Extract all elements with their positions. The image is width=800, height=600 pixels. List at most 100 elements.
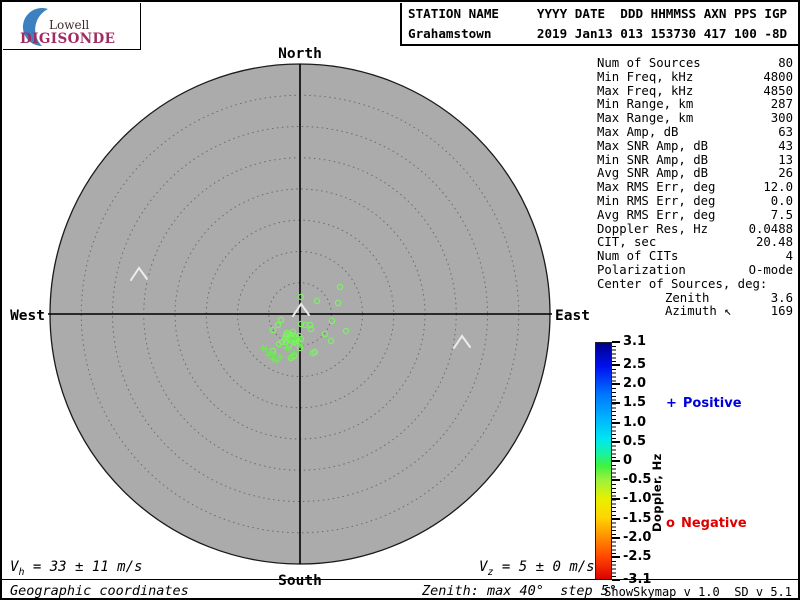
colorbar-tick-label: -2.5 xyxy=(623,548,652,564)
info-row-value: 0.0 xyxy=(770,193,793,208)
info-row: Center of Sources, deg: xyxy=(597,276,793,292)
colorbar-tick xyxy=(612,402,620,405)
info-row-label: Avg RMS Err, deg xyxy=(597,207,716,222)
info-row-label: Max SNR Amp, dB xyxy=(597,138,709,153)
vz-value: = 5 ± 0 m/s xyxy=(493,559,595,575)
circle-marker-icon: o xyxy=(666,516,675,531)
compass-east-label: East xyxy=(555,308,590,324)
info-row-value: 169 xyxy=(770,304,793,319)
zenith-range-label: Zenith: max 40° step 5° xyxy=(422,583,618,599)
info-row: Azimuth ↖ 169 xyxy=(597,305,793,319)
colorbar-tick xyxy=(612,421,620,424)
info-row-label: CIT, sec xyxy=(597,235,657,250)
info-row: Zenith 3.6 xyxy=(597,290,793,306)
compass-north-label: North xyxy=(278,46,322,62)
info-row: Max RMS Err, deg 12.0 xyxy=(597,180,793,195)
footer-divider xyxy=(2,579,798,580)
info-row-value: 4 xyxy=(785,249,793,264)
colorbar-tick xyxy=(612,460,620,462)
info-row-value: 26 xyxy=(778,166,793,181)
info-row-label: Center of Sources, deg: xyxy=(597,276,768,291)
info-row-value: 43 xyxy=(778,138,793,153)
info-row: Min RMS Err, deg 0.0 xyxy=(597,193,793,209)
colorbar-tick xyxy=(612,479,620,482)
info-row-label: Min Range, km xyxy=(597,97,694,112)
colorbar-tick xyxy=(612,440,620,443)
coordinate-system-label: Geographic coordinates xyxy=(10,583,189,599)
legend-negative-label: Negative xyxy=(680,516,747,531)
info-row-label: Max RMS Err, deg xyxy=(597,180,716,195)
info-row-value: O-mode xyxy=(748,262,793,277)
info-row-label: Max Freq, kHz xyxy=(597,83,694,98)
showskymap-window: Lowell DIGISONDE STATION NAME YYYY DATE … xyxy=(0,0,800,600)
info-row-value: 80 xyxy=(778,56,793,70)
colorbar-tick xyxy=(612,498,620,501)
colorbar-tick-label: 2.0 xyxy=(623,376,647,392)
colorbar-tick-label: 0.5 xyxy=(623,433,647,449)
colorbar-axis-title: Doppler, Hz xyxy=(650,453,664,532)
info-row-value: 7.5 xyxy=(770,207,793,222)
colorbar-tick-label: 3.1 xyxy=(623,334,647,349)
colorbar-tick xyxy=(612,364,620,367)
info-row: Max Freq, kHz 4850 xyxy=(597,83,793,99)
info-row-value: 4800 xyxy=(763,69,793,84)
info-row-value: 0.0488 xyxy=(748,221,793,236)
info-row-label: Doppler Res, Hz xyxy=(597,221,709,236)
info-row: Doppler Res, Hz 0.0488 xyxy=(597,221,793,237)
info-row-label: Min SNR Amp, dB xyxy=(597,152,709,167)
info-row-value: 4850 xyxy=(763,83,793,98)
legend-positive: + Positive xyxy=(666,396,742,411)
info-row-label: Num of Sources xyxy=(597,56,701,70)
info-panel: Num of Sources 80 Min Freq, kHz 4800 Max… xyxy=(597,56,793,319)
info-row-label: Azimuth ↖ xyxy=(665,304,732,319)
info-row: Polarization O-mode xyxy=(597,262,793,278)
info-row-label: Zenith xyxy=(665,290,710,305)
colorbar-tick xyxy=(612,383,620,386)
info-row-label: Avg SNR Amp, dB xyxy=(597,166,709,181)
info-row-label: Num of CITs xyxy=(597,249,679,264)
info-row: Avg SNR Amp, dB 26 xyxy=(597,167,793,181)
colorbar-tick-label: 2.5 xyxy=(623,357,647,373)
colorbar-tick xyxy=(612,341,620,343)
colorbar-tick-label: -0.5 xyxy=(623,472,652,488)
info-row: Min SNR Amp, dB 13 xyxy=(597,152,793,168)
colorbar-tick-label: 1.5 xyxy=(623,395,647,411)
legend-positive-label: Positive xyxy=(682,396,742,411)
info-row-label: Max Amp, dB xyxy=(597,124,679,139)
info-row-value: 3.6 xyxy=(770,290,793,305)
info-row-value: 20.48 xyxy=(755,235,793,250)
info-row-value: 287 xyxy=(770,97,793,112)
info-row: Num of CITs 4 xyxy=(597,249,793,264)
colorbar-tick-label: -1.0 xyxy=(623,491,652,507)
info-row-value: 300 xyxy=(770,111,793,126)
compass-south-label: South xyxy=(278,573,322,589)
info-row-value: 13 xyxy=(778,152,793,167)
legend-negative: o Negative xyxy=(666,516,747,531)
vertical-velocity: Vz = 5 ± 0 m/s xyxy=(479,559,595,578)
horizontal-velocity: Vh = 33 ± 11 m/s xyxy=(10,559,142,578)
info-row-value: 12.0 xyxy=(763,180,793,195)
info-row: Max Amp, dB 63 xyxy=(597,124,793,140)
colorbar-tick-label: -2.0 xyxy=(623,529,652,545)
colorbar-tick-label: 0 xyxy=(623,453,633,468)
vh-value: = 33 ± 11 m/s xyxy=(24,559,143,575)
doppler-colorbar xyxy=(595,342,612,580)
info-row: Min Freq, kHz 4800 xyxy=(597,69,793,85)
info-row-label: Min RMS Err, deg xyxy=(597,193,716,208)
info-row-value: 63 xyxy=(778,124,793,139)
software-version-label: ShowSkymap v 1.0 SD v 5.1 xyxy=(604,585,792,599)
info-row: Max SNR Amp, dB 43 xyxy=(597,138,793,154)
info-row-label: Min Freq, kHz xyxy=(597,69,694,84)
info-row: Min Range, km 287 xyxy=(597,98,793,112)
colorbar-tick-label: -1.5 xyxy=(623,510,652,526)
colorbar-tick xyxy=(612,555,620,558)
colorbar-tick xyxy=(612,517,620,520)
info-row: Num of Sources 80 xyxy=(597,56,793,71)
colorbar-tick xyxy=(612,536,620,539)
info-row: Max Range, km 300 xyxy=(597,111,793,126)
info-row: Avg RMS Err, deg 7.5 xyxy=(597,207,793,223)
compass-west-label: West xyxy=(10,308,45,324)
info-row-label: Max Range, km xyxy=(597,111,694,126)
info-row-label: Polarization xyxy=(597,262,686,277)
plus-marker-icon: + xyxy=(666,396,677,411)
